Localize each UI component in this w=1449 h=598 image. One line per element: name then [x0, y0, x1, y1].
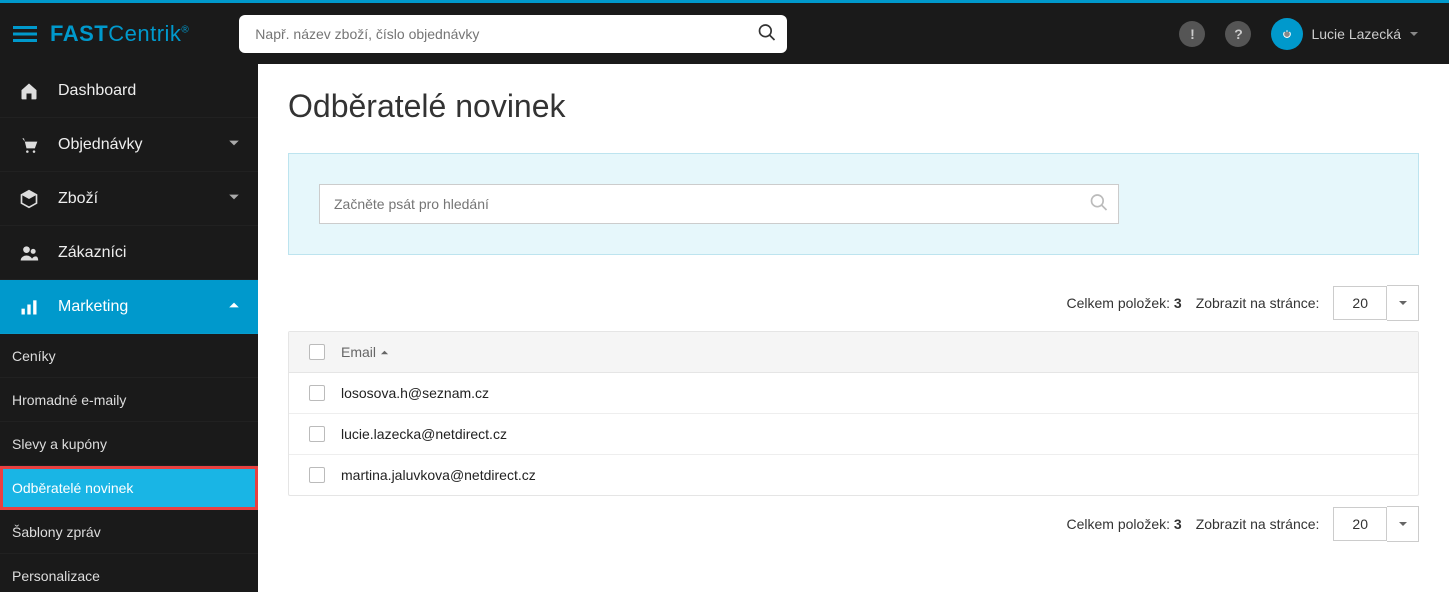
sidebar-item-label: Marketing [58, 298, 128, 316]
sidebar-item-label: Zákazníci [58, 244, 126, 262]
sidebar-item-label: Zboží [58, 190, 98, 208]
logo-light: Centrik [108, 21, 181, 46]
sidebar-item-goods[interactable]: Zboží [0, 172, 258, 226]
total-label: Celkem položek: 3 [1067, 295, 1182, 311]
chevron-up-icon [228, 298, 240, 316]
chevron-down-icon[interactable] [1387, 506, 1419, 542]
pager-bottom: Celkem položek: 3 Zobrazit na stránce: 2… [288, 496, 1419, 552]
row-checkbox[interactable] [309, 467, 325, 483]
chevron-down-icon [228, 136, 240, 154]
per-page-label: Zobrazit na stránce: [1196, 295, 1320, 311]
table-row[interactable]: lososova.h@seznam.cz [289, 373, 1418, 414]
tag-icon [18, 188, 40, 210]
table-row[interactable]: lucie.lazecka@netdirect.cz [289, 414, 1418, 455]
filter-search-input[interactable] [319, 184, 1119, 224]
sort-asc-icon [380, 348, 389, 357]
subnav-bulk-emails[interactable]: Hromadné e-maily [0, 378, 258, 422]
search-icon[interactable] [757, 22, 777, 45]
subnav-message-templates[interactable]: Šablony zpráv [0, 510, 258, 554]
sidebar-item-label: Objednávky [58, 136, 143, 154]
user-menu[interactable]: Lucie Lazecká [1271, 18, 1419, 50]
total-label: Celkem položek: 3 [1067, 516, 1182, 532]
per-page-select[interactable]: 20 [1333, 506, 1419, 542]
table-header: Email [289, 332, 1418, 373]
chart-icon [18, 296, 40, 318]
row-checkbox[interactable] [309, 385, 325, 401]
subscribers-table: Email lososova.h@seznam.cz lucie.lazecka… [288, 331, 1419, 496]
logo[interactable]: FASTCentrik® [50, 21, 209, 47]
sidebar-item-label: Dashboard [58, 82, 136, 100]
per-page-value: 20 [1333, 507, 1387, 541]
subnav-personalization[interactable]: Personalizace [0, 554, 258, 598]
chevron-down-icon[interactable] [1387, 285, 1419, 321]
cart-icon [18, 134, 40, 156]
logo-reg: ® [181, 24, 189, 35]
sidebar-item-marketing[interactable]: Marketing [0, 280, 258, 334]
topbar-right: ! ? Lucie Lazecká [1179, 18, 1449, 50]
pager-top: Celkem položek: 3 Zobrazit na stránce: 2… [288, 275, 1419, 331]
total-count: 3 [1174, 516, 1182, 532]
user-name: Lucie Lazecká [1311, 26, 1401, 42]
sidebar-item-customers[interactable]: Zákazníci [0, 226, 258, 280]
filter-panel [288, 153, 1419, 255]
filter-search [319, 184, 1119, 224]
row-email: martina.jaluvkova@netdirect.cz [341, 467, 536, 483]
per-page-value: 20 [1333, 286, 1387, 320]
sidebar-submenu: Ceníky Hromadné e-maily Slevy a kupóny O… [0, 334, 258, 598]
row-email: lucie.lazecka@netdirect.cz [341, 426, 507, 442]
sidebar-item-orders[interactable]: Objednávky [0, 118, 258, 172]
topbar: FASTCentrik® ! ? Lucie Lazecká [0, 0, 1449, 64]
select-all-checkbox[interactable] [309, 344, 325, 360]
users-icon [18, 242, 40, 264]
table-row[interactable]: martina.jaluvkova@netdirect.cz [289, 455, 1418, 495]
main-content: Odběratelé novinek Celkem položek: 3 Zob… [258, 0, 1449, 592]
page-title: Odběratelé novinek [288, 88, 1419, 125]
column-header-email[interactable]: Email [341, 344, 389, 360]
hamburger-icon [13, 22, 37, 46]
search-icon[interactable] [1089, 193, 1109, 216]
row-checkbox[interactable] [309, 426, 325, 442]
sidebar-item-dashboard[interactable]: Dashboard [0, 64, 258, 118]
alert-icon[interactable]: ! [1179, 21, 1205, 47]
logo-bold: FAST [50, 21, 108, 46]
subnav-newsletter-subscribers[interactable]: Odběratelé novinek [0, 466, 258, 510]
total-count: 3 [1174, 295, 1182, 311]
chevron-down-icon [1409, 29, 1419, 39]
power-icon [1271, 18, 1303, 50]
row-email: lososova.h@seznam.cz [341, 385, 489, 401]
per-page-label: Zobrazit na stránce: [1196, 516, 1320, 532]
global-search-input[interactable] [239, 15, 787, 53]
sidebar: Dashboard Objednávky Zboží Zákazníci Mar… [0, 0, 258, 592]
home-icon [18, 80, 40, 102]
subnav-pricelists[interactable]: Ceníky [0, 334, 258, 378]
subnav-discounts[interactable]: Slevy a kupóny [0, 422, 258, 466]
chevron-down-icon [228, 190, 240, 208]
global-search [239, 15, 787, 53]
help-icon[interactable]: ? [1225, 21, 1251, 47]
menu-toggle[interactable] [0, 22, 50, 46]
per-page-select[interactable]: 20 [1333, 285, 1419, 321]
